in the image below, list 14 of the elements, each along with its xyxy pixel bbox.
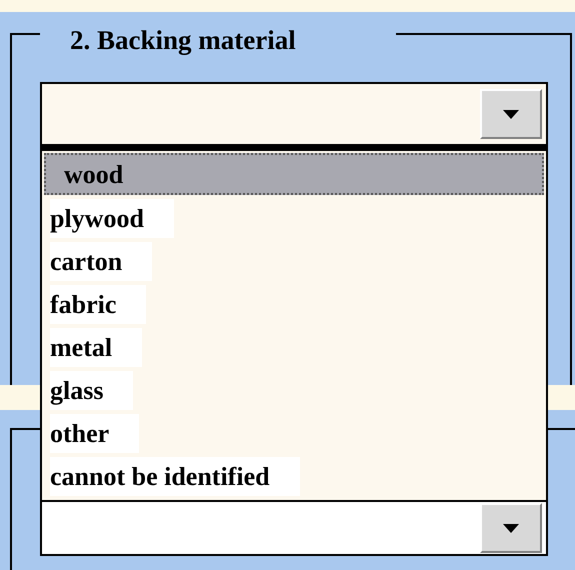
dropdown-option[interactable]: glass [42, 369, 546, 412]
dropdown-option[interactable]: cannot be identified [42, 455, 546, 498]
dropdown-option[interactable]: other [42, 412, 546, 455]
dropdown-option[interactable]: plywood [42, 197, 546, 240]
dropdown-button[interactable] [480, 89, 542, 139]
dropdown-option[interactable]: fabric [42, 283, 546, 326]
dropdown-option[interactable]: metal [42, 326, 546, 369]
caret-icon [503, 524, 519, 532]
dropdown-field[interactable] [40, 500, 548, 556]
dropdown-field[interactable] [40, 82, 548, 146]
dropdown-option[interactable]: carton [42, 240, 546, 283]
caret-icon [503, 110, 519, 118]
dropdown-button[interactable] [480, 503, 542, 553]
dropdown-option[interactable]: wood [44, 153, 544, 195]
